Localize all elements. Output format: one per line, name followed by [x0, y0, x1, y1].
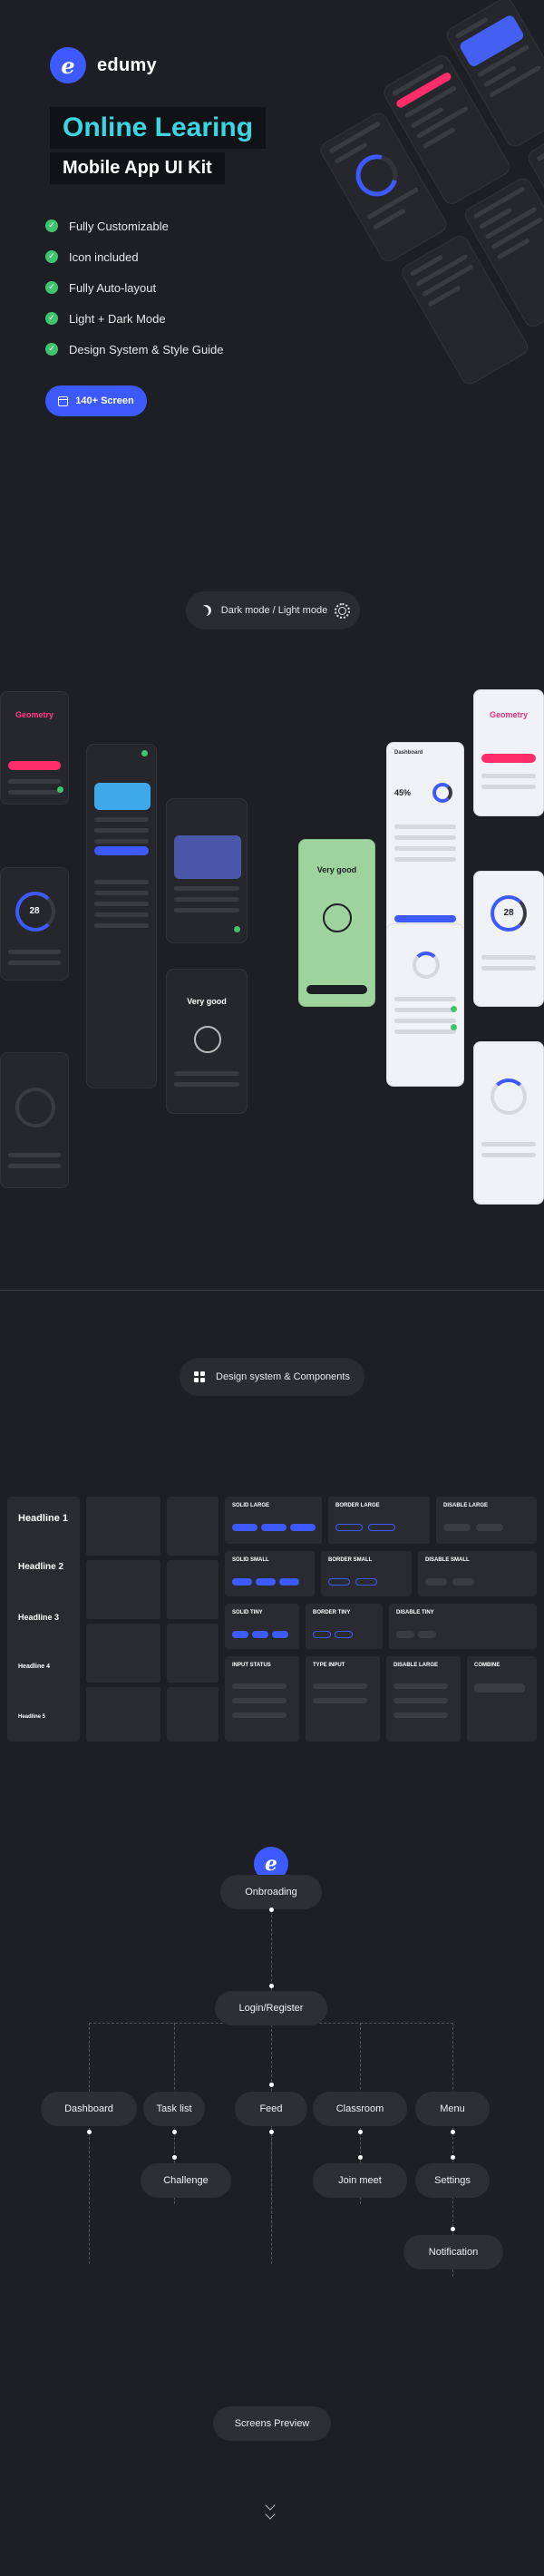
task-screen-dark	[86, 744, 157, 1088]
stats-screen-light	[473, 1041, 544, 1205]
start-button	[8, 761, 61, 770]
design-system-pill[interactable]: Design system & Components	[180, 1358, 364, 1396]
section-divider	[0, 1290, 544, 1291]
button-group-tile: SOLID LARGE	[225, 1497, 322, 1544]
timer-screen-dark: 28	[0, 867, 69, 981]
flow-node-settings[interactable]: Settings	[415, 2163, 490, 2198]
screens-count-button[interactable]: 140+ Screen	[45, 385, 147, 416]
feature-label: Design System & Style Guide	[69, 342, 224, 356]
geometry-screen-light: Geometry	[473, 689, 544, 816]
mode-toggle[interactable]: Dark mode / Light mode	[186, 591, 360, 629]
check-icon: ✓	[45, 312, 58, 325]
feature-item: ✓ Light + Dark Mode	[45, 303, 224, 334]
flow-node-menu[interactable]: Menu	[415, 2092, 490, 2126]
mode-toggle-label: Dark mode / Light mode	[220, 605, 328, 616]
feature-item: ✓ Design System & Style Guide	[45, 334, 224, 365]
logo-badge: e	[50, 47, 86, 83]
hero-subtitle: Mobile App UI Kit	[50, 152, 225, 184]
button-group-tile: SOLID SMALL	[225, 1551, 315, 1596]
flow-node-classroom[interactable]: Classroom	[313, 2092, 407, 2126]
screens-preview-button[interactable]: Screens Preview	[213, 2406, 331, 2441]
screens-count-label: 140+ Screen	[75, 395, 134, 406]
button-group-tile: DISABLE SMALL	[418, 1551, 537, 1596]
feature-item: ✓ Icon included	[45, 241, 224, 272]
stats-screen-dark	[0, 1052, 69, 1188]
brand-name: edumy	[97, 54, 157, 75]
feedback-screen-dark: Very good	[166, 969, 248, 1114]
feed-screen-dark	[166, 798, 248, 943]
sun-icon	[335, 602, 351, 619]
timer-screen-light: 28	[473, 871, 544, 1007]
hero-mockups	[290, 0, 544, 430]
hero-title: Online Learing	[50, 107, 267, 149]
button-group-tile: BORDER TINY	[306, 1604, 383, 1649]
flow-node-join-meet[interactable]: Join meet	[313, 2163, 407, 2198]
feature-item: ✓ Fully Auto-layout	[45, 272, 224, 303]
feature-list: ✓ Fully Customizable ✓ Icon included ✓ Full…	[45, 210, 224, 365]
button-group-tile: BORDER LARGE	[328, 1497, 430, 1544]
geometry-title: Geometry	[15, 710, 54, 719]
design-system-label: Design system & Components	[216, 1371, 350, 1382]
check-icon: ✓	[45, 281, 58, 294]
feedback-screen-green: Very good	[298, 839, 375, 1007]
percent-value: 45%	[394, 788, 412, 797]
timer-value: 28	[29, 906, 40, 916]
flow-node-notification[interactable]: Notification	[403, 2235, 503, 2269]
dashboard-title: Dashboard	[394, 750, 423, 756]
flow-node-task-list[interactable]: Task list	[143, 2092, 205, 2126]
button-group-tile: DISABLE LARGE	[436, 1497, 537, 1544]
button-group-tile: BORDER SMALL	[321, 1551, 412, 1596]
button-group-tile: SOLID TINY	[225, 1604, 299, 1649]
input-group-tile: DISABLE LARGE	[386, 1656, 461, 1742]
timer-value-light: 28	[503, 908, 514, 918]
calendar-icon	[58, 395, 69, 406]
brand-logo[interactable]: e edumy	[50, 47, 157, 83]
target-screen-light	[386, 923, 464, 1087]
flow-node-onboarding[interactable]: Onbroading	[220, 1875, 322, 1909]
feature-label: Light + Dark Mode	[69, 311, 166, 326]
flow-node-login[interactable]: Login/Register	[215, 1991, 327, 2025]
dashboard-screen-light: Dashboard 45%	[386, 742, 464, 937]
flow-node-challenge[interactable]: Challenge	[141, 2163, 231, 2198]
check-icon: ✓	[45, 343, 58, 356]
input-group-tile: TYPE INPUT	[306, 1656, 380, 1742]
feature-label: Icon included	[69, 249, 139, 264]
input-group-tile: INPUT STATUS	[225, 1656, 299, 1742]
flow-node-dashboard[interactable]: Dashboard	[41, 2092, 137, 2126]
feedback-dark-title: Very good	[187, 997, 227, 1006]
flow-node-feed[interactable]: Feed	[235, 2092, 307, 2126]
headline-tile: Headline 1 Headline 2 Headline 3 Headlin…	[7, 1497, 80, 1742]
moon-icon	[198, 606, 209, 617]
geometry-screen-dark: Geometry	[0, 691, 69, 805]
grid-icon	[194, 1371, 206, 1382]
page: e edumy Online Learing Mobile App UI Kit…	[0, 0, 544, 2576]
feature-item: ✓ Fully Customizable	[45, 210, 224, 241]
input-group-tile: COMBINE	[467, 1656, 537, 1742]
check-icon: ✓	[45, 220, 58, 232]
chevron-down-icon	[265, 2509, 276, 2520]
button-group-tile: DISABLE TINY	[389, 1604, 537, 1649]
feature-label: Fully Customizable	[69, 219, 169, 233]
feature-label: Fully Auto-layout	[69, 280, 157, 295]
check-icon: ✓	[45, 250, 58, 263]
feedback-title: Very good	[316, 865, 357, 874]
